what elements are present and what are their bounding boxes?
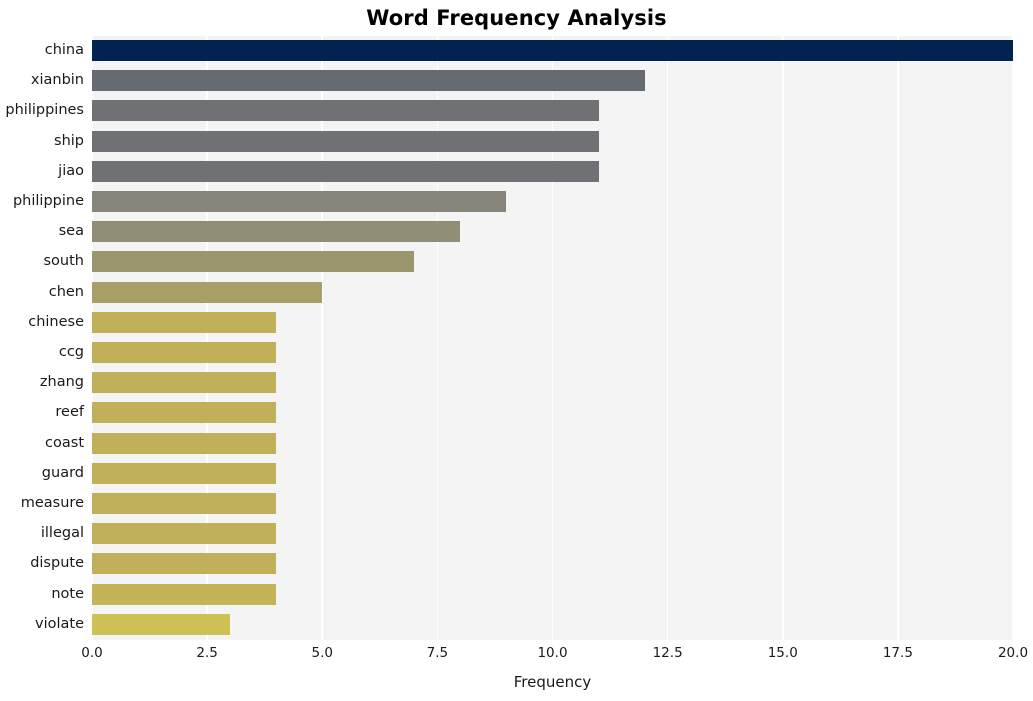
y-axis-label-sea: sea [58, 223, 84, 240]
bar-measure [92, 493, 277, 514]
bar-row [92, 580, 1013, 609]
y-axis-label-chen: chen [48, 283, 84, 300]
y-axis-label-china: china [44, 42, 84, 58]
bar-row [92, 519, 1013, 548]
bar-philippine [92, 191, 507, 212]
bar-dispute [92, 553, 277, 575]
bar-coast [92, 432, 277, 454]
word-frequency-chart-figure: Word Frequency Analysis china xianbin phil… [0, 0, 1033, 701]
y-axis-label-ccg: ccg [58, 344, 84, 360]
x-tick-label: 5.0 [311, 645, 333, 661]
bar-south [92, 251, 415, 273]
x-axis-title: Frequency [513, 673, 592, 691]
bar-row [92, 278, 1013, 307]
bar-row [92, 36, 1013, 65]
bar-row [92, 368, 1013, 397]
x-tick-label: 2.5 [196, 645, 218, 661]
x-tick-label: 7.5 [426, 645, 449, 661]
x-axis-tick-labels: 0.0 2.5 5.0 7.5 10.0 12.5 15.0 17.5 20.0 [0, 645, 1033, 667]
x-tick-label: 10.0 [537, 645, 568, 661]
bar-row [92, 217, 1013, 246]
bar-ccg [92, 342, 277, 363]
y-axis-label-coast: coast [45, 434, 84, 451]
bar-ship [92, 130, 599, 152]
y-axis-label-zhang: zhang [39, 374, 84, 391]
bar-row [92, 247, 1013, 276]
bar-row [92, 549, 1013, 578]
bar-row [92, 459, 1013, 488]
y-axis-label-illegal: illegal [40, 525, 84, 542]
bar-jiao [92, 160, 599, 182]
y-axis-label-chinese: chinese [28, 313, 84, 330]
bar-row [92, 187, 1013, 216]
x-tick-label: 0.0 [81, 645, 103, 661]
y-axis-label-south: south [43, 253, 85, 270]
y-axis-label-note: note [51, 585, 84, 602]
x-tick-label: 20.0 [997, 645, 1029, 661]
bar-row [92, 338, 1013, 367]
bar-sea [92, 221, 461, 243]
y-axis-label-xianbin: xianbin [30, 72, 84, 89]
y-axis-label-measure: measure [20, 495, 84, 511]
bar-row [92, 96, 1013, 125]
bar-xianbin [92, 70, 645, 92]
bar-row [92, 398, 1013, 427]
bar-zhang [92, 372, 277, 394]
y-axis-label-guard: guard [41, 464, 84, 481]
bar-note [92, 583, 277, 605]
bar-philippines [92, 100, 599, 122]
bar-violate [92, 613, 231, 635]
y-axis-label-philippine: philippine [12, 193, 84, 209]
y-axis-label-jiao: jiao [58, 162, 84, 179]
plot-area [91, 36, 1014, 640]
bar-chinese [92, 311, 277, 333]
bar-row [92, 489, 1013, 518]
y-axis-label-reef: reef [55, 404, 84, 421]
y-axis-label-philippines: philippines [5, 102, 84, 119]
bar-row [92, 610, 1013, 639]
bar-illegal [92, 523, 277, 545]
x-tick-label: 12.5 [652, 645, 683, 661]
y-axis-label-violate: violate [34, 615, 84, 632]
bar-row [92, 429, 1013, 458]
y-axis-label-dispute: dispute [30, 555, 84, 572]
bar-row [92, 66, 1013, 95]
bar-reef [92, 402, 277, 424]
y-axis-category-labels: china xianbin philippines ship jiao philippin… [0, 36, 92, 640]
bar-china [92, 40, 1013, 61]
x-tick-label: 17.5 [882, 645, 913, 661]
x-tick-label: 15.0 [767, 645, 798, 661]
bar-row [92, 127, 1013, 156]
y-axis-label-ship: ship [54, 132, 84, 149]
bar-row [92, 157, 1013, 186]
bar-chen [92, 281, 323, 303]
bar-guard [92, 462, 277, 484]
bar-row [92, 308, 1013, 337]
chart-title: Word Frequency Analysis [366, 6, 667, 30]
